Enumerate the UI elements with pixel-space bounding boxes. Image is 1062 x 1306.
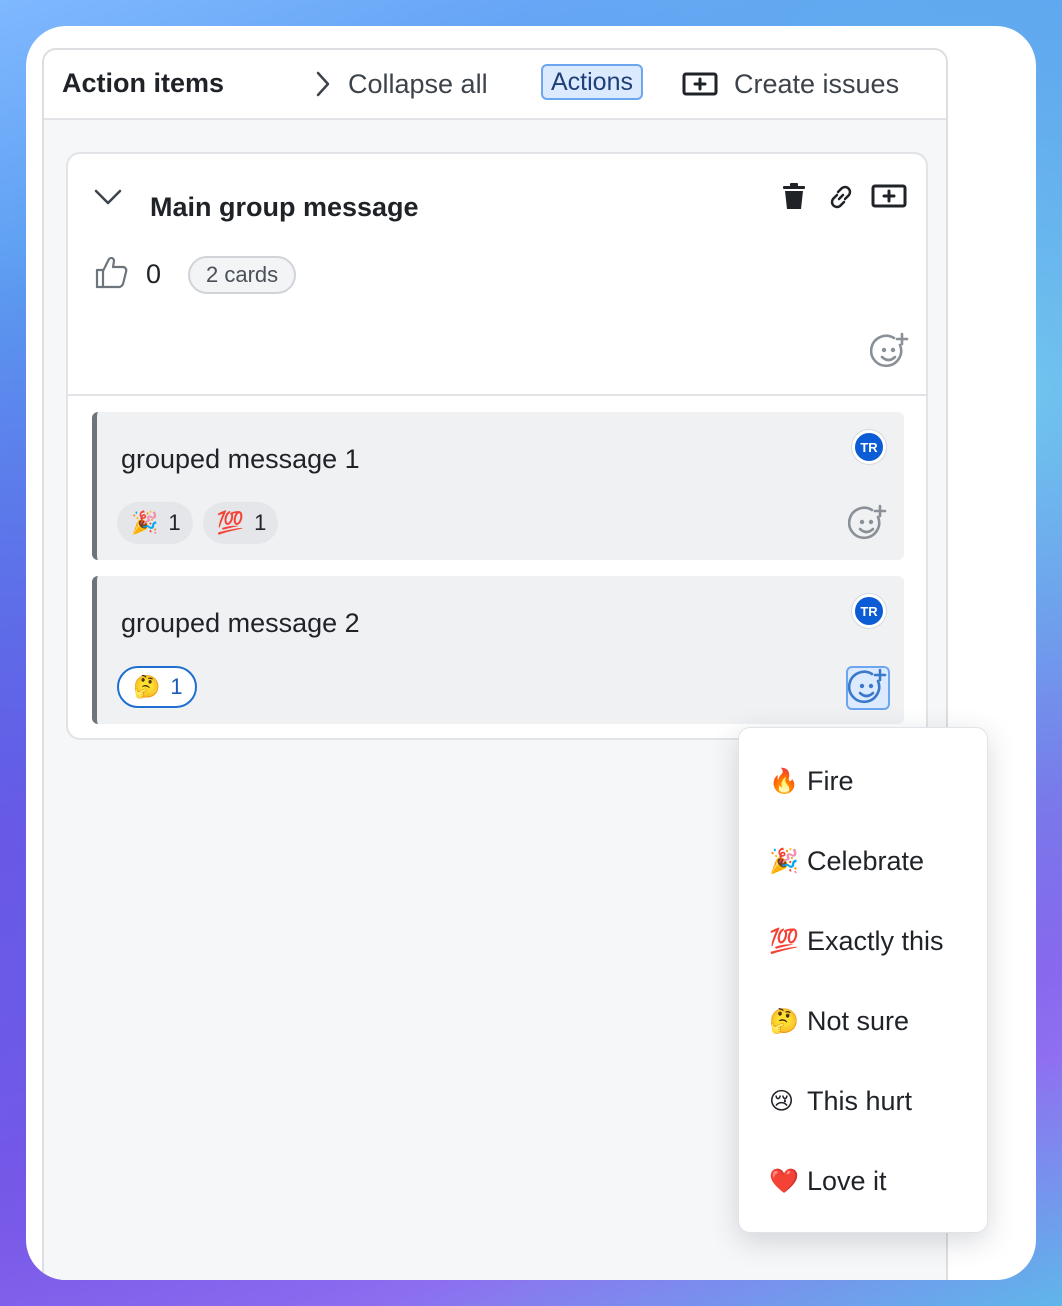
link-icon[interactable] — [824, 180, 858, 214]
add-reaction-icon[interactable] — [846, 502, 890, 546]
thumbs-up-icon[interactable] — [94, 254, 130, 295]
menu-item-this-hurt[interactable]: 😢 This hurt — [769, 1081, 912, 1121]
fire-icon: 🔥 — [769, 767, 799, 795]
thinking-face-icon: 🤔 — [769, 1007, 799, 1035]
menu-item-label: This hurt — [807, 1085, 913, 1116]
group-title: Main group message — [150, 192, 419, 222]
party-popper-icon: 🎉 — [131, 510, 159, 535]
message-text: grouped message 2 — [121, 608, 360, 638]
menu-item-label: Exactly this — [807, 925, 944, 956]
avatar: TR — [852, 430, 886, 464]
panel-title: Action items — [62, 68, 225, 98]
add-box-icon — [682, 72, 718, 96]
collapse-all-button[interactable]: Collapse all — [314, 66, 488, 102]
reaction-list: 🤔 1 — [117, 666, 197, 708]
menu-item-fire[interactable]: 🔥 Fire — [769, 761, 854, 801]
add-box-icon[interactable] — [870, 182, 908, 210]
vote-control: 0 — [94, 254, 161, 295]
reaction-chip[interactable]: 💯 1 — [202, 502, 279, 544]
create-issues-label: Create issues — [734, 68, 900, 99]
crying-face-icon: 😢 — [769, 1087, 795, 1115]
menu-item-not-sure[interactable]: 🤔 Not sure — [769, 1001, 909, 1041]
reaction-count: 1 — [170, 674, 183, 699]
trash-icon[interactable] — [778, 180, 810, 212]
actions-button[interactable]: Actions — [541, 64, 643, 100]
chevron-right-icon — [316, 71, 330, 97]
panel-header: Action items Collapse all Actions Create… — [44, 50, 946, 120]
heart-icon: ❤️ — [769, 1167, 799, 1195]
menu-item-label: Fire — [807, 765, 854, 796]
vote-count: 0 — [146, 259, 162, 289]
chevron-down-icon[interactable] — [92, 186, 124, 213]
hundred-points-icon: 💯 — [769, 927, 799, 955]
hundred-points-icon: 💯 — [216, 510, 245, 535]
reaction-chip[interactable]: 🤔 1 — [117, 666, 197, 708]
group-header: Main group message 0 2 cards — [68, 154, 926, 396]
reaction-chip[interactable]: 🎉 1 — [117, 502, 193, 544]
create-issues-button[interactable]: Create issues — [682, 66, 899, 102]
message-card[interactable]: grouped message 2 TR 🤔 1 — [92, 576, 904, 724]
cards-count-badge: 2 cards — [188, 256, 297, 294]
reaction-count: 1 — [168, 510, 181, 535]
party-popper-icon: 🎉 — [769, 847, 799, 875]
avatar: TR — [852, 594, 886, 628]
message-text: grouped message 1 — [121, 444, 360, 474]
menu-item-love-it[interactable]: ❤️ Love it — [769, 1161, 887, 1201]
menu-item-celebrate[interactable]: 🎉 Celebrate — [769, 841, 924, 881]
group-card: Main group message 0 2 cards grouped mes… — [66, 152, 928, 740]
reaction-count: 1 — [254, 510, 267, 535]
menu-item-label: Love it — [807, 1165, 887, 1196]
message-card[interactable]: grouped message 1 TR 🎉 1 💯 1 — [92, 412, 904, 560]
reaction-list: 🎉 1 💯 1 — [117, 502, 279, 544]
collapse-all-label: Collapse all — [348, 68, 488, 99]
menu-item-exactly-this[interactable]: 💯 Exactly this — [769, 921, 944, 961]
add-reaction-icon[interactable] — [868, 330, 912, 374]
thinking-face-icon: 🤔 — [133, 674, 161, 699]
add-reaction-icon[interactable] — [846, 666, 890, 710]
menu-item-label: Not sure — [807, 1005, 910, 1036]
menu-item-label: Celebrate — [807, 845, 925, 876]
reaction-menu: 🔥 Fire 🎉 Celebrate 💯 Exactly this 🤔 Not … — [738, 727, 988, 1233]
